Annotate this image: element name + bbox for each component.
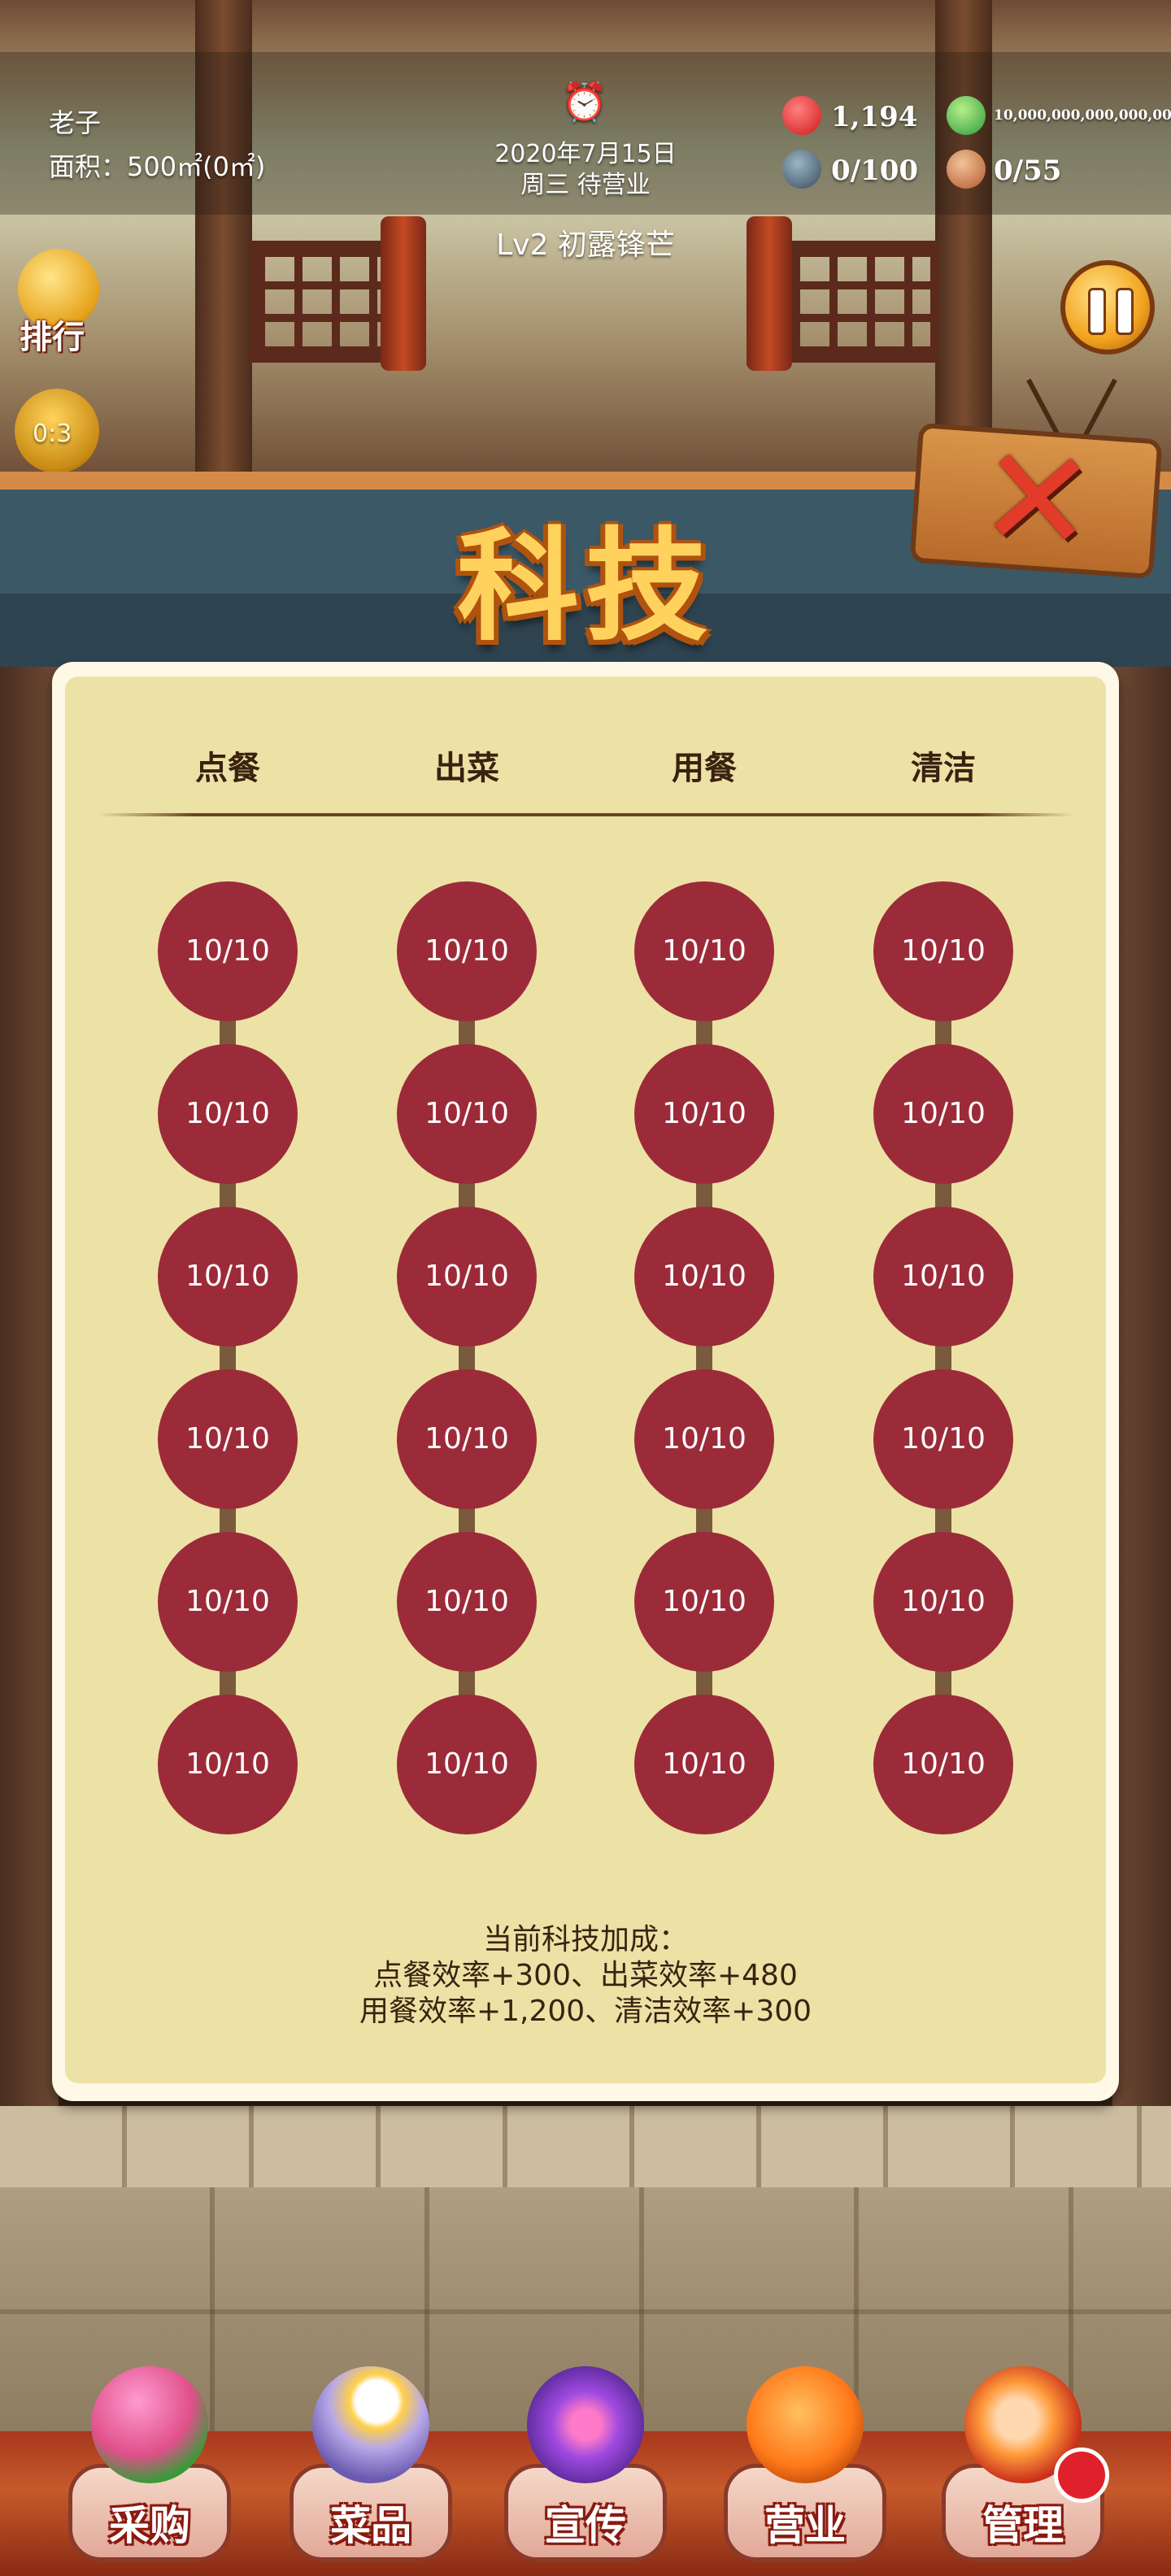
railing-post	[747, 216, 792, 371]
player-name: 老子	[49, 107, 102, 138]
tech-node[interactable]: 10/10	[397, 1044, 537, 1184]
tech-node[interactable]: 10/10	[634, 881, 774, 1021]
tech-node[interactable]: 10/10	[873, 881, 1013, 1021]
pause-icon	[1088, 288, 1106, 335]
tech-node[interactable]: 10/10	[873, 1044, 1013, 1184]
tech-node[interactable]: 10/10	[873, 1532, 1013, 1672]
nav-promote-button[interactable]: 宣传	[504, 2366, 667, 2569]
restaurant-level[interactable]: Lv2 初露锋芒	[423, 221, 748, 263]
left-wall	[0, 667, 59, 2114]
tech-node[interactable]: 10/10	[397, 1207, 537, 1347]
tech-node[interactable]: 10/10	[634, 1369, 774, 1509]
column-header-serve: 出菜	[434, 750, 499, 787]
tech-node[interactable]: 10/10	[634, 1044, 774, 1184]
column-header-dine: 用餐	[672, 750, 737, 787]
tech-node[interactable]: 10/10	[873, 1695, 1013, 1834]
seats-value: 0/100	[831, 154, 919, 187]
fried-egg-bowl-icon	[312, 2366, 429, 2483]
tech-node[interactable]: 10/10	[634, 1532, 774, 1672]
column-header-order: 点餐	[195, 750, 260, 787]
tech-node[interactable]: 10/10	[397, 1695, 537, 1834]
tech-node[interactable]: 10/10	[397, 881, 537, 1021]
pause-button[interactable]	[1060, 260, 1155, 355]
alarm-clock-icon: ⏰	[561, 80, 608, 124]
tech-node[interactable]: 10/10	[158, 1695, 298, 1834]
business-status: 周三 待营业	[520, 171, 651, 199]
cash-value: 10,000,000,000,000,000	[994, 107, 1171, 124]
tech-node[interactable]: 10/10	[873, 1369, 1013, 1509]
nav-purchase-label: 采购	[109, 2502, 190, 2549]
tech-node[interactable]: 10/10	[158, 881, 298, 1021]
heart-icon	[782, 96, 821, 135]
cash-icon	[947, 96, 986, 135]
tech-node[interactable]: 10/10	[873, 1207, 1013, 1347]
header-divider	[98, 813, 1073, 816]
market-stall-icon	[91, 2366, 208, 2483]
boost-timer-text: 0:3	[33, 420, 72, 448]
nav-business-button[interactable]: 营业	[724, 2366, 886, 2569]
tech-node[interactable]: 10/10	[158, 1044, 298, 1184]
tech-node[interactable]: 10/10	[158, 1369, 298, 1509]
nav-dishes-label: 菜品	[330, 2502, 411, 2549]
railing-post	[381, 216, 426, 371]
column-header-clean: 清洁	[911, 750, 976, 787]
seat-icon	[782, 150, 821, 189]
service-cloche-icon	[747, 2366, 864, 2483]
close-icon: ✕	[973, 416, 1100, 585]
lattice-railing	[784, 241, 938, 363]
tech-node[interactable]: 10/10	[158, 1207, 298, 1347]
area-label: 面积：500㎡(0㎡)	[49, 151, 266, 182]
hearts-value: 1,194	[831, 101, 918, 133]
video-play-icon	[527, 2366, 644, 2483]
tech-node[interactable]: 10/10	[634, 1695, 774, 1834]
nav-promote-label: 宣传	[545, 2502, 626, 2549]
right-wall	[1112, 667, 1171, 2114]
summary-line-2: 用餐效率+1,200、清洁效率+300	[359, 1995, 812, 2028]
tech-node[interactable]: 10/10	[158, 1532, 298, 1672]
pause-icon	[1116, 288, 1134, 335]
ranking-label: 排行	[20, 319, 85, 356]
staff-value: 0/55	[994, 154, 1062, 187]
nav-purchase-button[interactable]: 采购	[68, 2366, 231, 2569]
staff-icon	[947, 150, 986, 189]
tech-node[interactable]: 10/10	[397, 1532, 537, 1672]
notification-dot	[1054, 2448, 1109, 2503]
floor-tile-row	[0, 2106, 1171, 2187]
nav-business-label: 营业	[764, 2502, 846, 2549]
tech-node[interactable]: 10/10	[397, 1369, 537, 1509]
tech-node[interactable]: 10/10	[634, 1207, 774, 1347]
nav-dishes-button[interactable]: 菜品	[289, 2366, 452, 2569]
